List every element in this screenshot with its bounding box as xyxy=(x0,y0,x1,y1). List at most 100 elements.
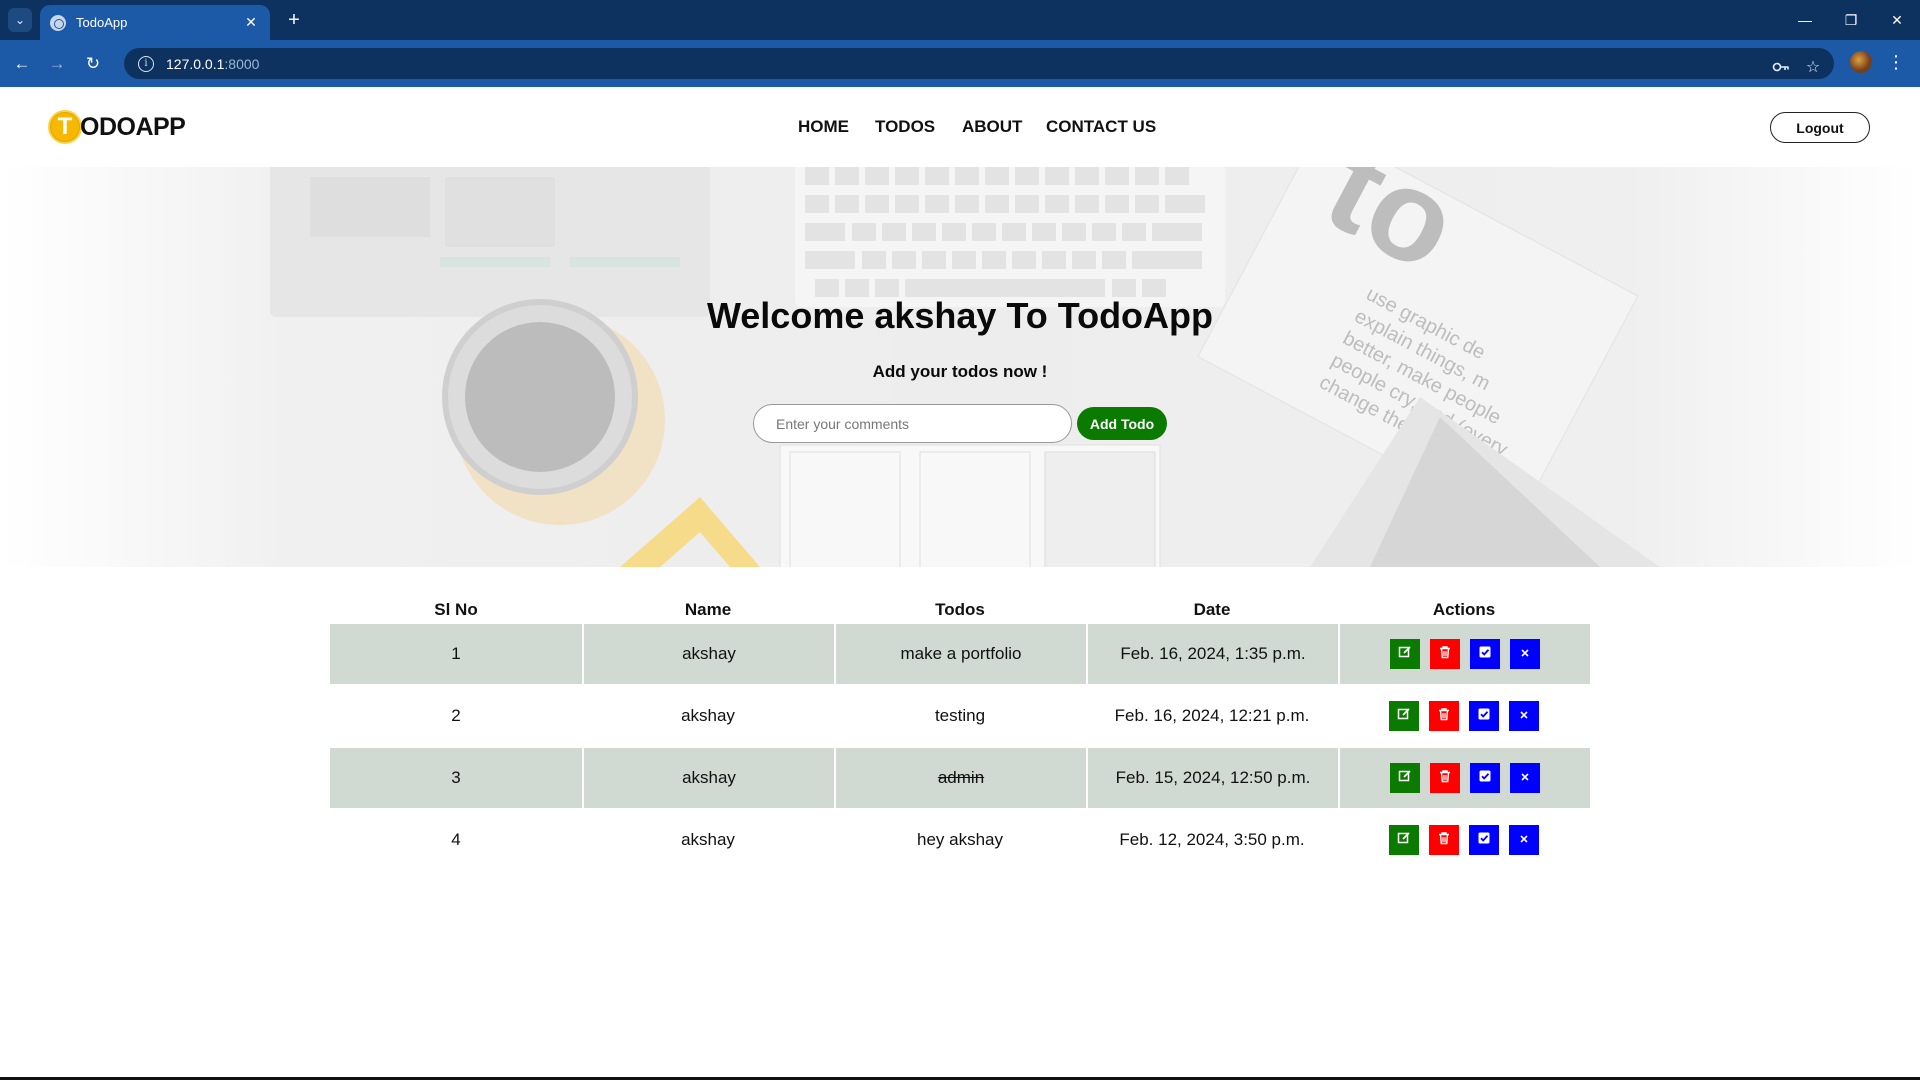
cell-date: Feb. 12, 2024, 3:50 p.m. xyxy=(1119,830,1305,849)
nav-contact-link[interactable]: CONTACT US xyxy=(1046,117,1156,137)
restore-icon[interactable]: ❐ xyxy=(1828,0,1874,40)
logo-mark: T xyxy=(48,110,82,144)
forward-icon[interactable]: → xyxy=(44,51,70,77)
edit-button[interactable] xyxy=(1390,639,1420,669)
header-sl-no: Sl No xyxy=(434,600,478,619)
cell-actions xyxy=(1338,748,1590,808)
edit-icon xyxy=(1398,644,1412,664)
minimize-icon[interactable]: — xyxy=(1782,0,1828,40)
delete-button[interactable] xyxy=(1430,639,1460,669)
cell-name: akshay xyxy=(681,706,735,725)
todo-text: make a portfolio xyxy=(900,644,1022,663)
cancel-button[interactable] xyxy=(1509,825,1539,855)
cell-actions xyxy=(1338,810,1590,870)
cell-name: akshay xyxy=(681,830,735,849)
cancel-button[interactable] xyxy=(1509,701,1539,731)
todo-text: testing xyxy=(934,706,986,725)
cell-date: Feb. 16, 2024, 12:21 p.m. xyxy=(1114,706,1310,725)
tab-list-icon[interactable]: ⌄ xyxy=(8,8,32,32)
app-navbar: T ODOAPP HOME TODOS ABOUT CONTACT US Log… xyxy=(0,87,1920,167)
edit-icon xyxy=(1397,706,1411,726)
header-date: Date xyxy=(1193,600,1231,619)
edit-icon xyxy=(1398,768,1412,788)
todo-text: hey akshay xyxy=(917,830,1003,849)
logo-text: ODOAPP xyxy=(80,112,186,141)
nav-todos-link[interactable]: TODOS xyxy=(875,117,935,137)
back-icon[interactable]: ← xyxy=(9,51,35,77)
kebab-menu-icon[interactable]: ⋮ xyxy=(1887,51,1905,73)
reload-icon[interactable]: ↻ xyxy=(80,51,106,77)
trash-icon xyxy=(1437,830,1451,850)
cancel-button[interactable] xyxy=(1510,763,1540,793)
table-row: 2 akshay testing Feb. 16, 2024, 12:21 p.m. xyxy=(330,686,1590,748)
profile-avatar[interactable] xyxy=(1850,51,1872,73)
cell-actions xyxy=(1338,624,1590,684)
url-port: :8000 xyxy=(224,55,260,72)
table-body: 1 akshay make a portfolio Feb. 16, 2024, 1:… xyxy=(330,624,1590,872)
window-close-icon[interactable]: ✕ xyxy=(1874,0,1920,40)
nav-contact[interactable]: CONTACT US xyxy=(1046,117,1156,137)
x-icon xyxy=(1519,768,1531,788)
logout-button[interactable]: Logout xyxy=(1770,112,1870,143)
delete-button[interactable] xyxy=(1430,763,1460,793)
table-row: 3 akshay admin Feb. 15, 2024, 12:50 p.m. xyxy=(330,748,1590,810)
star-icon[interactable]: ☆ xyxy=(1802,56,1824,78)
page-subtitle: Add your todos now ! xyxy=(872,362,1048,381)
nav-about[interactable]: ABOUT xyxy=(962,117,1022,137)
add-todo-button[interactable]: Add Todo xyxy=(1077,407,1167,440)
header-actions: Actions xyxy=(1432,600,1496,619)
check-icon xyxy=(1477,706,1491,726)
complete-button[interactable] xyxy=(1470,639,1500,669)
edit-button[interactable] xyxy=(1389,701,1419,731)
info-icon[interactable]: i xyxy=(138,55,154,72)
browser-tab[interactable]: TodoApp ✕ xyxy=(40,5,270,40)
cell-date: Feb. 15, 2024, 12:50 p.m. xyxy=(1086,748,1338,808)
cell-date: Feb. 16, 2024, 1:35 p.m. xyxy=(1086,624,1338,684)
cancel-button[interactable] xyxy=(1510,639,1540,669)
plus-icon[interactable]: + xyxy=(282,8,306,32)
logo[interactable]: T ODOAPP xyxy=(48,108,186,146)
check-icon xyxy=(1478,644,1492,664)
trash-icon xyxy=(1438,768,1452,788)
url-host: 127.0.0.1 xyxy=(166,55,225,72)
table-row: 4 akshay hey akshay Feb. 12, 2024, 3:50 p.m… xyxy=(330,810,1590,872)
page-title: Welcome akshay To TodoApp xyxy=(706,295,1214,336)
trash-icon xyxy=(1438,644,1452,664)
cell-todo: testing xyxy=(834,686,1086,746)
cell-actions xyxy=(1338,686,1590,746)
hero-banner: to use graphic de explain things, m bett… xyxy=(0,167,1920,567)
cell-sl-no: 4 xyxy=(451,830,461,849)
complete-button[interactable] xyxy=(1469,701,1499,731)
edit-button[interactable] xyxy=(1390,763,1420,793)
browser-toolbar: ← → ↻ i 127.0.0.1:8000 ☆ ⋮ xyxy=(0,40,1920,87)
table-header: Sl No Name Todos Date Actions xyxy=(330,596,1590,624)
cell-name: akshay xyxy=(582,748,834,808)
tab-title: TodoApp xyxy=(76,15,128,30)
complete-button[interactable] xyxy=(1469,825,1499,855)
key-icon[interactable] xyxy=(1770,56,1792,78)
cell-sl-no: 1 xyxy=(330,624,582,684)
cell-todo: hey akshay xyxy=(834,810,1086,870)
todo-input[interactable] xyxy=(753,404,1072,443)
cell-name: akshay xyxy=(582,624,834,684)
check-icon xyxy=(1477,830,1491,850)
edit-button[interactable] xyxy=(1389,825,1419,855)
header-name: Name xyxy=(684,600,732,619)
todo-text: admin xyxy=(937,768,985,787)
close-icon[interactable]: ✕ xyxy=(242,14,260,31)
globe-icon xyxy=(50,14,66,31)
delete-button[interactable] xyxy=(1429,701,1459,731)
cell-todo: make a portfolio xyxy=(834,624,1086,684)
table-row: 1 akshay make a portfolio Feb. 16, 2024, 1:… xyxy=(330,624,1590,686)
complete-button[interactable] xyxy=(1470,763,1500,793)
todo-table: Sl No Name Todos Date Actions 1 akshay mak… xyxy=(330,596,1590,872)
x-icon xyxy=(1519,644,1531,664)
nav-todos[interactable]: TODOS xyxy=(875,117,935,137)
nav-about-link[interactable]: ABOUT xyxy=(962,117,1022,137)
nav-home-link[interactable]: HOME xyxy=(798,117,849,137)
address-bar[interactable]: i 127.0.0.1:8000 ☆ xyxy=(124,48,1834,79)
nav-home[interactable]: HOME xyxy=(798,117,849,137)
x-icon xyxy=(1518,830,1530,850)
cell-todo: admin xyxy=(834,748,1086,808)
delete-button[interactable] xyxy=(1429,825,1459,855)
